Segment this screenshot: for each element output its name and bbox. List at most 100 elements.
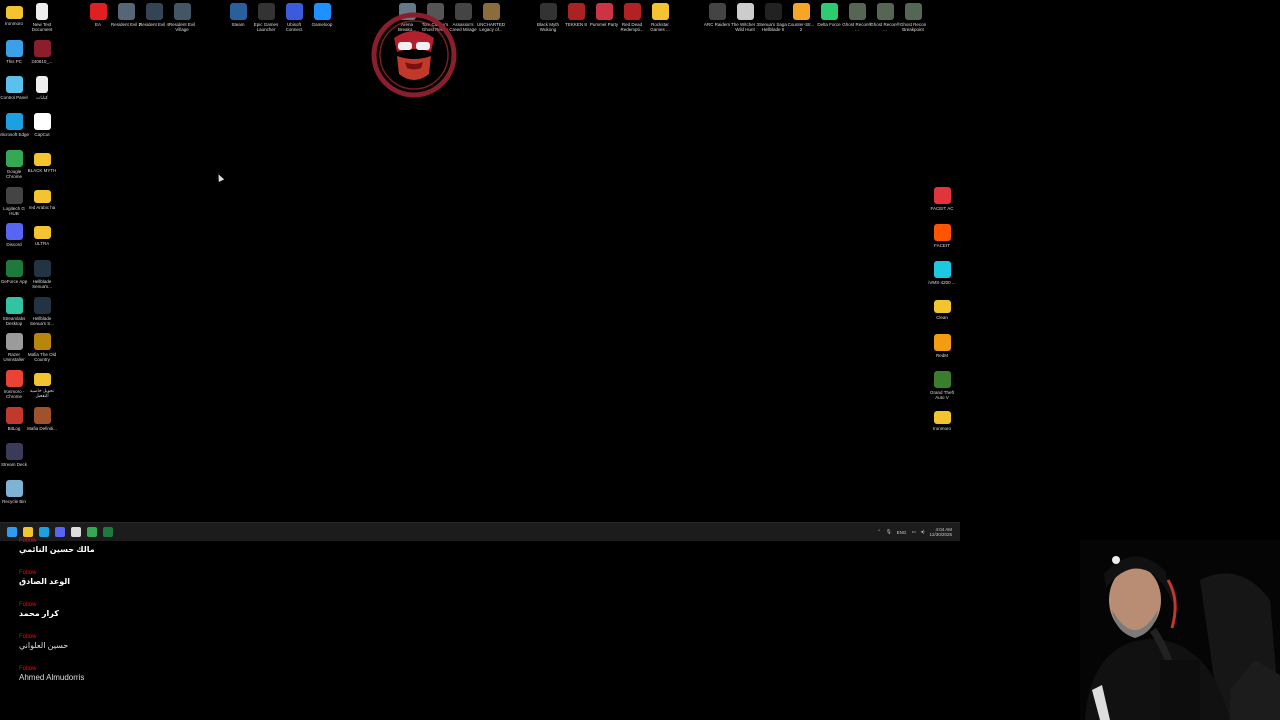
desktop-shortcut[interactable]: تحويل خاصية التفعيل	[28, 370, 56, 398]
shortcut-label: Streamlabs Desktop	[2, 315, 26, 326]
desktop-shortcut[interactable]: UNCHARTED Legacy of...	[477, 3, 505, 32]
network-icon[interactable]: ▭	[911, 529, 915, 535]
desktop-shortcut[interactable]: New Text Document	[28, 3, 56, 32]
desktop-shortcut[interactable]: Microsoft Edge	[0, 113, 29, 142]
desktop-shortcut[interactable]: Ubisoft Connect	[280, 3, 308, 32]
desktop-shortcut[interactable]: BLACK MYTH	[28, 150, 56, 178]
follow-alert: Follow مالك حسين النائمي	[19, 538, 239, 570]
follower-name: مالك حسين النائمي	[19, 545, 95, 554]
desktop-shortcut[interactable]: Ironmoro - Chrome	[0, 370, 28, 399]
desktop-shortcut[interactable]: Google Chrome	[0, 149, 28, 179]
ivms-icon	[933, 261, 951, 278]
xbox-icon[interactable]	[103, 527, 113, 537]
desktop-shortcut[interactable]: Black Myth Wukong	[534, 3, 562, 32]
desktop-shortcut[interactable]: Discord	[0, 223, 28, 252]
desktop-shortcut[interactable]: FACEIT AC	[928, 187, 956, 216]
desktop-shortcut[interactable]: Gameloop	[308, 3, 336, 32]
discord-icon	[5, 223, 23, 241]
chrome-icon[interactable]	[87, 527, 97, 537]
shortcut-label: Mafia The Old Country	[27, 352, 57, 363]
desktop-shortcut[interactable]: GeForce App	[0, 259, 28, 289]
folder-icon	[33, 226, 51, 240]
desktop-shortcut[interactable]: Ghost Recon® ...	[842, 3, 872, 32]
desktop-shortcut[interactable]: BitLog	[0, 406, 28, 436]
windows-start-icon[interactable]	[7, 527, 17, 537]
desktop-shortcut[interactable]: Red Dead Redempti...	[618, 3, 646, 32]
desktop-shortcut[interactable]: Control Panel	[0, 76, 28, 105]
bitlog-icon	[5, 406, 23, 424]
alert-type: Follow	[19, 666, 37, 672]
rockstar-icon	[651, 3, 669, 20]
microphone-icon[interactable]: 🎙	[886, 529, 892, 535]
desktop-shortcut[interactable]: Resident Evil 4	[139, 3, 169, 32]
desktop-shortcut[interactable]: Delta Force	[815, 3, 843, 32]
desktop-shortcut[interactable]: Streamlabs Desktop	[0, 296, 28, 326]
shortcut-label: Stream Deck	[0, 462, 27, 468]
desktop-shortcut[interactable]: ULTRA	[28, 223, 56, 251]
desktop-shortcut[interactable]: Stream Deck	[0, 443, 28, 472]
follow-alert: Follow Ahmed Almudorris	[19, 666, 239, 698]
steam-icon	[229, 3, 247, 20]
shortcut-label: Ironmoro - Chrome	[3, 389, 25, 399]
shortcut-label: Rockstar Games ...	[650, 22, 670, 32]
shortcut-label: Resident Evil 2	[111, 22, 141, 27]
shortcut-label: red Arabic ha	[28, 204, 56, 210]
recycle-bin-icon	[5, 480, 23, 498]
desktop-shortcut[interactable]: FACEIT	[928, 224, 956, 253]
desktop-shortcut[interactable]: Mafia Definiti...	[27, 406, 57, 436]
desktop-shortcut[interactable]: Logitech G HUB	[0, 186, 28, 216]
desktop-shortcut[interactable]: Rockstar Games ...	[646, 3, 674, 32]
desktop-shortcut[interactable]: كتابات	[28, 76, 56, 105]
desktop-shortcut[interactable]: Pummel Party	[590, 3, 618, 32]
game-icon	[482, 3, 500, 20]
game-icon	[595, 3, 613, 20]
desktop-shortcut[interactable]: Hellblade Senua's...	[28, 259, 56, 289]
language-indicator[interactable]: ENG	[897, 530, 907, 535]
desktop-shortcut[interactable]: Epic Games Launcher	[252, 3, 280, 32]
file-explorer-icon[interactable]	[23, 527, 33, 537]
desktop-shortcut[interactable]: Counter-Str... 2	[787, 3, 815, 32]
desktop-shortcut[interactable]: Clean	[928, 297, 956, 325]
calendar-icon[interactable]	[71, 527, 81, 537]
desktop-shortcut[interactable]: Recycle Bin	[0, 480, 28, 509]
desktop-shortcut[interactable]: Razer Uninstaller	[0, 333, 28, 362]
desktop-shortcut[interactable]: iVMS-4200 ...	[928, 261, 956, 290]
volume-icon[interactable]: ◂)	[921, 529, 925, 535]
desktop-shortcut[interactable]: CapCut	[28, 113, 56, 142]
taskbar-apps	[0, 527, 113, 537]
faceit-ac-icon	[933, 187, 951, 204]
desktop-shortcut[interactable]: Mafia The Old Country	[28, 333, 56, 362]
desktop-shortcut[interactable]: Senua's Saga Hellblade II	[759, 3, 787, 32]
shortcut-label: Resident Evil 4	[139, 22, 169, 27]
desktop-shortcut[interactable]: Steam	[224, 3, 252, 32]
desktop-shortcut[interactable]: EA	[84, 3, 112, 32]
desktop-shortcut[interactable]: ARC Raiders	[703, 3, 731, 32]
shortcut-label: Ghost Recon Breakpoint	[899, 22, 927, 32]
desktop-shortcut[interactable]: Ghost Recon Breakpoint	[899, 3, 927, 32]
shortcut-label: Epic Games Launcher	[253, 22, 279, 32]
shortcut-label: This PC	[5, 58, 22, 64]
shortcut-label: Google Chrome	[5, 168, 22, 179]
follower-name: كرار محمد	[19, 609, 59, 618]
discord-icon[interactable]	[55, 527, 65, 537]
desktop-shortcut[interactable]: Ghost Recon® ...	[870, 3, 900, 32]
desktop-shortcut[interactable]: The Witcher 3 Wild Hunt	[731, 3, 759, 32]
desktop-shortcut[interactable]: Hellblade Senua's S...	[28, 296, 56, 326]
desktop-shortcut[interactable]: RedM	[928, 334, 956, 363]
desktop-shortcut[interactable]: Resident Evil 2	[111, 3, 141, 32]
logitech-icon	[5, 186, 23, 204]
gta-icon	[933, 371, 951, 388]
tray-chevron-icon[interactable]: ⌃	[877, 529, 881, 535]
desktop-shortcut[interactable]: TEKKEN 8	[562, 3, 590, 32]
desktop-shortcut[interactable]: Grand Theft Auto V	[928, 371, 956, 400]
desktop-shortcut[interactable]: This PC	[0, 39, 28, 69]
desktop-shortcut[interactable]: 240810_...	[28, 39, 56, 69]
desktop-shortcut[interactable]: Ironmoro	[928, 408, 956, 436]
desktop-shortcut[interactable]: red Arabic ha	[28, 187, 56, 215]
edge-icon[interactable]	[39, 527, 49, 537]
shortcut-label: كتابات	[36, 95, 48, 101]
clock[interactable]: 4:04 AM 12/30/2025	[929, 527, 952, 537]
shortcut-label: Red Dead Redempti...	[620, 22, 644, 32]
desktop-shortcut[interactable]: Ironmoro	[0, 3, 28, 31]
desktop-shortcut[interactable]: Resident Evil Village	[168, 3, 196, 32]
